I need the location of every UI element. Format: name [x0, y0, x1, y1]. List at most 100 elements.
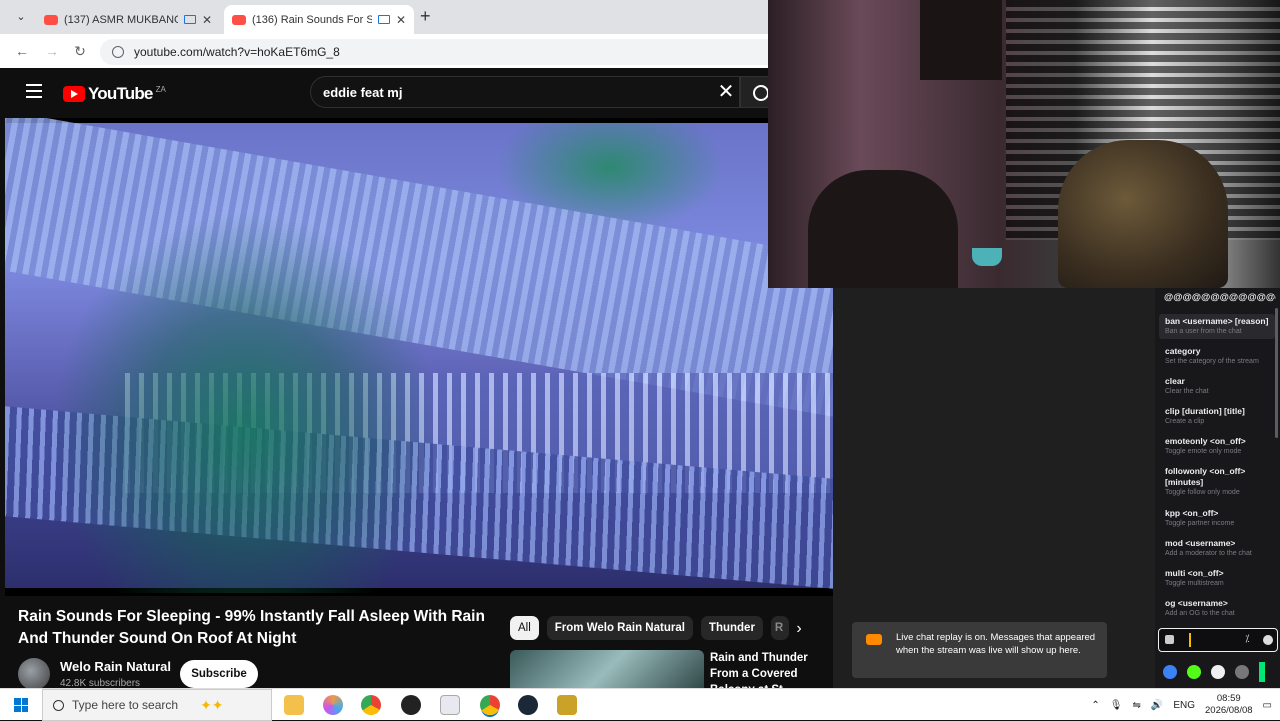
filter-chips: All From Welo Rain Natural Thunder R — [510, 616, 789, 642]
clock-time: 08:59 — [1216, 693, 1241, 704]
command-desc: Toggle follow only mode — [1165, 489, 1240, 496]
emote-icon[interactable] — [1165, 635, 1174, 644]
search-input[interactable]: eddie feat mj — [310, 76, 740, 108]
logo-wordmark: YouTube — [88, 84, 153, 103]
file-explorer-icon[interactable] — [284, 695, 304, 715]
language-indicator[interactable]: ENG — [1173, 700, 1195, 711]
command-emoteonly[interactable]: emoteonly <on_off> Toggle emote only mod… — [1159, 434, 1275, 459]
youtube-logo[interactable]: YouTube ZA — [63, 84, 166, 104]
command-kpp[interactable]: kpp <on_off> Toggle partner income — [1159, 506, 1275, 531]
chip-truncated[interactable]: R — [770, 616, 789, 640]
command-og[interactable]: og <username> Add an OG to the chat — [1159, 596, 1275, 621]
youtube-favicon-icon — [44, 14, 58, 25]
photos-app-icon[interactable] — [323, 695, 343, 715]
multistream-icon[interactable] — [1163, 665, 1177, 679]
text-cursor-icon — [1189, 633, 1191, 647]
taskbar-search-input[interactable]: Type here to search ✦✦ — [42, 689, 272, 721]
video-player[interactable] — [5, 118, 833, 596]
menu-icon[interactable] — [26, 84, 42, 98]
reload-icon[interactable]: ↻ — [72, 43, 88, 59]
command-mod[interactable]: mod <username> Add a moderator to the ch… — [1159, 536, 1275, 561]
command-category[interactable]: category Set the category of the stream — [1159, 344, 1275, 369]
command-desc: Add a moderator to the chat — [1165, 550, 1252, 557]
webcam-person — [1058, 140, 1228, 288]
command-desc: Set the category of the stream — [1165, 358, 1259, 365]
tab-label: (136) Rain Sounds For Sleep — [252, 13, 372, 26]
tab-asmr-mukbang[interactable]: (137) ASMR MUKBANG | M ✕ — [36, 5, 220, 34]
close-icon[interactable]: ✕ — [396, 13, 406, 27]
search-icon — [53, 699, 64, 711]
search-icon[interactable] — [740, 76, 770, 108]
command-clear[interactable]: clear Clear the chat — [1159, 374, 1275, 399]
clock-date: 2026/08/08 — [1205, 705, 1253, 716]
webcam-speaker — [920, 0, 1002, 80]
command-desc: Create a clip — [1165, 418, 1205, 425]
settings-dot-icon[interactable] — [1263, 635, 1273, 645]
chrome-icon[interactable] — [361, 695, 381, 715]
channel-name[interactable]: Welo Rain Natural — [60, 659, 171, 674]
tab-search-chevron-icon[interactable]: ⌄ — [10, 8, 32, 26]
command-ban[interactable]: ban <username> [reason] Ban a user from … — [1159, 314, 1275, 339]
site-info-icon[interactable] — [112, 46, 124, 58]
command-name: emoteonly <on_off> — [1165, 436, 1246, 446]
command-desc: Clear the chat — [1165, 388, 1209, 395]
avatar[interactable] — [18, 658, 50, 690]
command-multi[interactable]: multi <on_off> Toggle multistream — [1159, 566, 1275, 591]
subscribe-button[interactable]: Subscribe — [180, 660, 258, 688]
chip-thunder[interactable]: Thunder — [700, 616, 763, 640]
command-name: og <username> — [1165, 598, 1228, 608]
command-name: category — [1165, 346, 1201, 356]
webcam-overlay — [768, 0, 1280, 288]
back-arrow-icon[interactable]: ← — [14, 43, 30, 59]
command-desc: Toggle multistream — [1165, 580, 1224, 587]
steam-icon[interactable] — [518, 695, 538, 715]
youtube-play-icon — [63, 86, 85, 102]
tab-rain-sounds[interactable]: (136) Rain Sounds For Sleep ✕ — [224, 5, 414, 34]
cast-icon — [183, 15, 196, 24]
chevron-right-icon[interactable]: › — [788, 618, 810, 640]
chat-command-panel: @@@@@@@@@@@@@@@@@@@@@@@ ban <username> [… — [1155, 288, 1280, 688]
chrome-active-icon[interactable] — [480, 695, 500, 715]
video-title: Rain Sounds For Sleeping - 99% Instantly… — [18, 608, 485, 647]
new-tab-button[interactable]: + — [420, 6, 438, 26]
recommended-thumbnail[interactable] — [510, 650, 704, 690]
forward-arrow-icon[interactable]: → — [44, 43, 60, 59]
command-name: ban <username> [reason] — [1165, 316, 1269, 326]
command-icon[interactable]: ⁒ — [1245, 634, 1250, 645]
gear-alt-icon[interactable] — [1235, 665, 1249, 679]
game-app-icon[interactable] — [557, 695, 577, 715]
microphone-icon[interactable]: 🎙 — [1110, 700, 1123, 711]
notifications-icon[interactable]: ▭ — [1263, 700, 1272, 711]
gear-icon[interactable] — [1211, 665, 1225, 679]
command-followonly[interactable]: followonly <on_off> [minutes] Toggle fol… — [1159, 464, 1275, 500]
snipping-tool-icon[interactable] — [440, 695, 460, 715]
clear-search-icon[interactable]: ✕ — [716, 80, 736, 104]
command-name: followonly <on_off> [minutes] — [1165, 466, 1246, 487]
chat-command-input[interactable]: ⁒ — [1158, 628, 1278, 652]
obs-icon[interactable] — [401, 695, 421, 715]
youtube-play-icon — [866, 634, 882, 645]
country-code: ZA — [155, 84, 166, 94]
send-button[interactable] — [1259, 662, 1265, 682]
youtube-header: YouTube ZA eddie feat mj ✕ — [0, 68, 770, 118]
close-icon[interactable]: ✕ — [202, 13, 212, 27]
command-name: mod <username> — [1165, 538, 1236, 548]
command-name: clear — [1165, 376, 1185, 386]
replay-notice-text: Live chat replay is on. Messages that ap… — [896, 632, 1096, 656]
command-clip[interactable]: clip [duration] [title] Create a clip — [1159, 404, 1275, 429]
network-icon[interactable]: ⇋ — [1132, 700, 1140, 711]
command-list-scrollbar[interactable] — [1275, 308, 1278, 438]
webcam-chair — [808, 170, 958, 288]
windows-start-icon[interactable] — [14, 698, 28, 712]
chip-from-channel[interactable]: From Welo Rain Natural — [546, 616, 693, 640]
command-name: clip [duration] [title] — [1165, 406, 1245, 416]
volume-icon[interactable]: 🔊 — [1151, 700, 1163, 711]
kick-icon[interactable] — [1187, 665, 1201, 679]
clock[interactable]: 08:59 2026/08/08 — [1205, 693, 1253, 717]
url-bar[interactable]: youtube.com/watch?v=hoKaET6mG_8 — [100, 39, 800, 65]
command-desc: Add an OG to the chat — [1165, 610, 1235, 617]
tray-chevron-icon[interactable]: ⌃ — [1091, 700, 1099, 711]
chip-all[interactable]: All — [510, 616, 539, 640]
chat-replay-notice: Live chat replay is on. Messages that ap… — [852, 622, 1107, 678]
command-name: kpp <on_off> — [1165, 508, 1219, 518]
